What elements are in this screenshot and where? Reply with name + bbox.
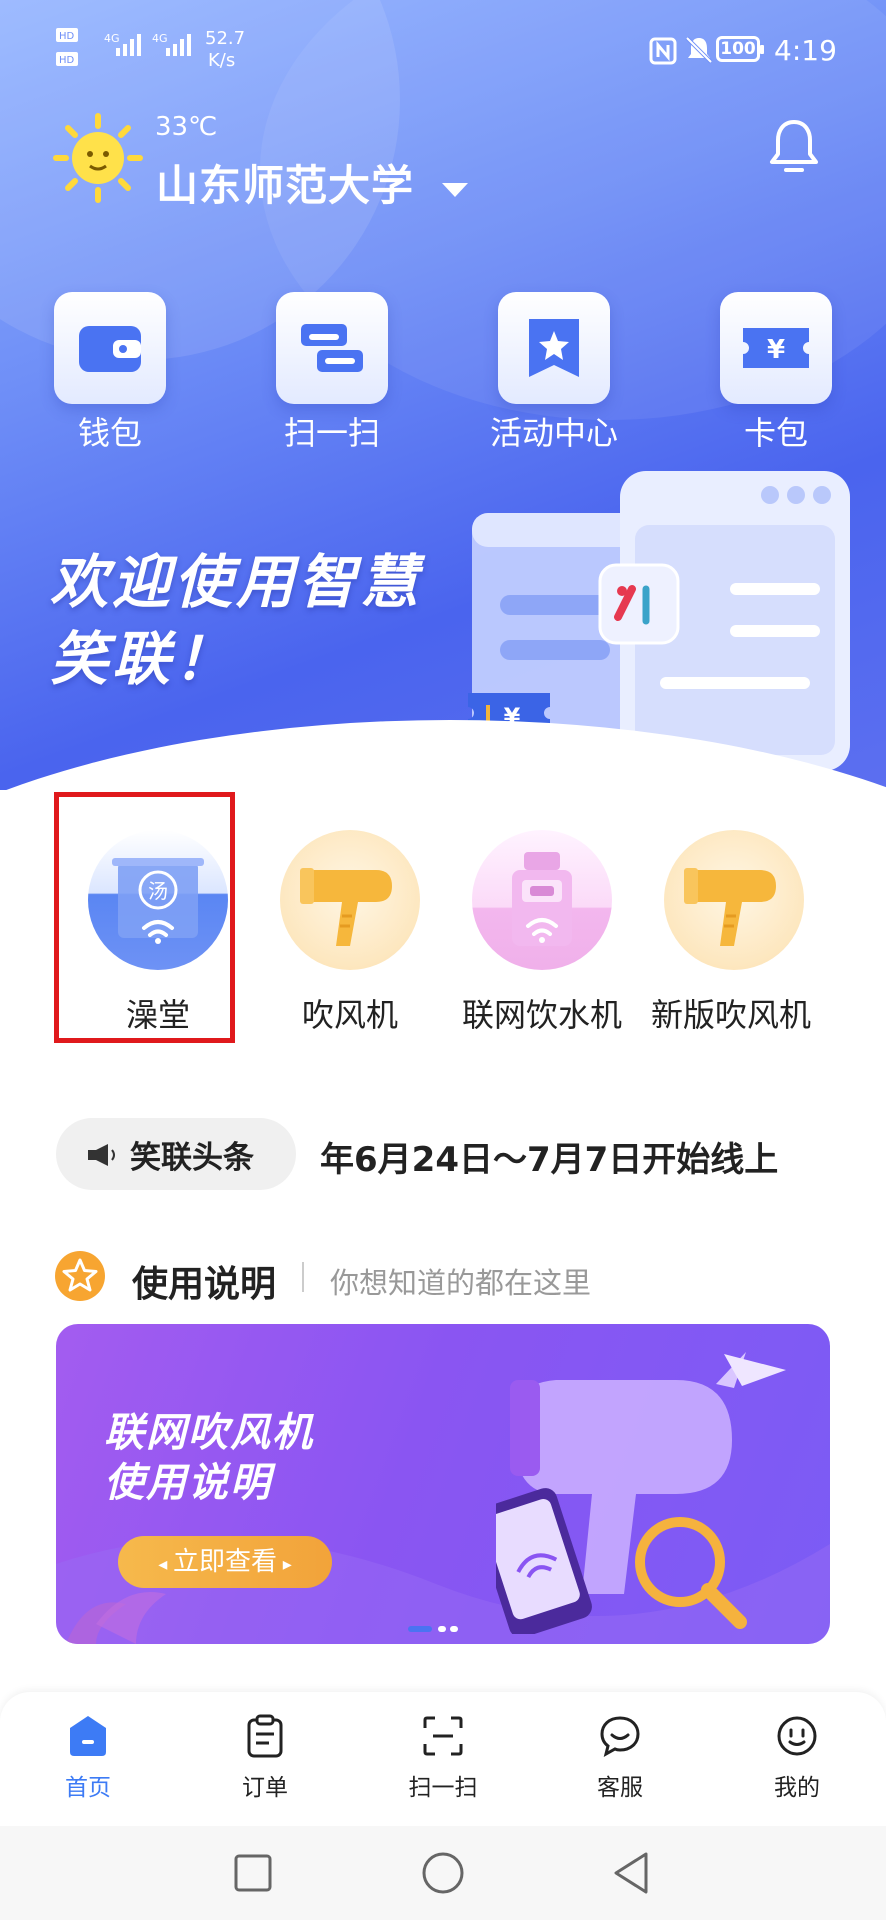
service-water-dispenser-icon-circle[interactable] [472,830,612,970]
home-circle-icon[interactable] [420,1850,466,1896]
svg-text:HD: HD [59,55,75,66]
wallet-button[interactable] [54,292,166,404]
notification-bell-icon[interactable] [766,116,822,176]
news-tag[interactable]: 笑联头条 [56,1118,296,1190]
service-new-hair-dryer-label[interactable]: 新版吹风机 [636,990,826,1036]
tab-scan[interactable]: 扫一扫 [383,1714,503,1802]
hero-header: HD HD 4G 4G 52.7 K/s 100 4:19 33℃ 山东师范大学… [0,0,886,790]
welcome-line-1: 欢迎使用智慧 [50,548,423,616]
selected-service-highlight [54,792,235,1043]
activity-center-button[interactable] [498,292,610,404]
scan-icon [301,324,363,372]
tab-mine[interactable]: 我的 [737,1714,857,1802]
service-water-dispenser-label[interactable]: 联网饮水机 [447,990,637,1036]
instructions-subtitle: 你想知道的都在这里 [330,1266,592,1300]
status-bar: HD HD 4G 4G 52.7 K/s 100 4:19 [0,0,886,90]
wallet-label: 钱包 [77,414,142,452]
scan-frame-icon [423,1716,463,1756]
network-speed-value: 52.7 [205,28,246,49]
water-dispenser-icon [512,852,572,946]
tab-customer-service-label: 客服 [597,1775,643,1801]
welcome-line-2: 笑联！ [50,625,237,693]
sun-weather-icon [53,113,143,203]
tab-home-label: 首页 [65,1775,111,1801]
tab-scan-label: 扫一扫 [408,1775,478,1801]
svg-text:4G: 4G [152,32,168,45]
network-speed-unit: K/s [208,50,236,71]
recent-apps-icon[interactable] [232,1852,274,1894]
svg-text:4G: 4G [104,32,120,45]
divider [302,1262,304,1292]
carousel-dots [408,1626,464,1632]
location-selector[interactable]: 山东师范大学 [156,152,470,213]
card-wallet-label: 卡包 [743,414,808,452]
view-now-button[interactable]: ◂ 立即查看 ▸ [118,1536,332,1588]
svg-text:HD: HD [59,31,75,42]
back-triangle-icon[interactable] [608,1850,654,1896]
tab-mine-label: 我的 [774,1775,820,1801]
hair-dryer-icon [684,868,776,946]
service-hair-dryer-label[interactable]: 吹风机 [255,990,445,1036]
signal-icons: HD HD 4G 4G [56,28,191,66]
clock: 4:19 [774,34,837,67]
speaker-icon [88,1144,115,1166]
hair-dryer-illustration [496,1352,786,1634]
instructions-title: 使用说明 [132,1264,277,1305]
news-ticker[interactable]: 年6月24日～7月7日开始线上 [320,1132,800,1181]
scan-label: 扫一扫 [283,414,380,452]
star-badge-icon [55,1251,105,1301]
activity-center-label: 活动中心 [489,414,618,452]
service-new-hair-dryer-icon-circle[interactable] [664,830,804,970]
nfc-icon [649,37,677,65]
hair-dryer-icon [300,868,392,946]
location-name: 山东师范大学 [156,161,415,210]
tab-orders-label: 订单 [242,1775,288,1801]
banner-title-line-2: 使用说明 [104,1460,272,1506]
smiley-icon [777,1716,817,1756]
view-now-label: 立即查看 [172,1547,277,1577]
star-bookmark-icon [529,319,579,377]
chevron-down-icon [441,182,468,197]
bottom-tab-bar: 首页 订单 扫一扫 客服 我的 [0,1692,886,1826]
tab-orders[interactable]: 订单 [205,1714,325,1802]
news-tag-label: 笑联头条 [130,1140,254,1176]
mute-bell-icon [685,36,713,64]
svg-text:¥: ¥ [767,335,785,365]
tab-customer-service[interactable]: 客服 [560,1714,680,1802]
wallet-icon [79,326,141,372]
system-navigation-bar [0,1826,886,1920]
battery-level: 100 [720,39,756,59]
card-wallet-button[interactable]: ¥ [720,292,832,404]
service-hair-dryer-icon-circle[interactable] [280,830,420,970]
battery-icon: 100 [716,36,764,62]
temperature: 33℃ [155,112,218,142]
tab-home[interactable]: 首页 [28,1714,148,1802]
chat-bubble-icon [600,1716,640,1757]
clipboard-icon [247,1714,283,1758]
scan-button[interactable] [276,292,388,404]
instructions-banner[interactable]: 联网吹风机 使用说明 ◂ 立即查看 ▸ [56,1324,830,1644]
home-icon [70,1716,106,1756]
yuan-ticket-icon: ¥ [743,328,809,368]
